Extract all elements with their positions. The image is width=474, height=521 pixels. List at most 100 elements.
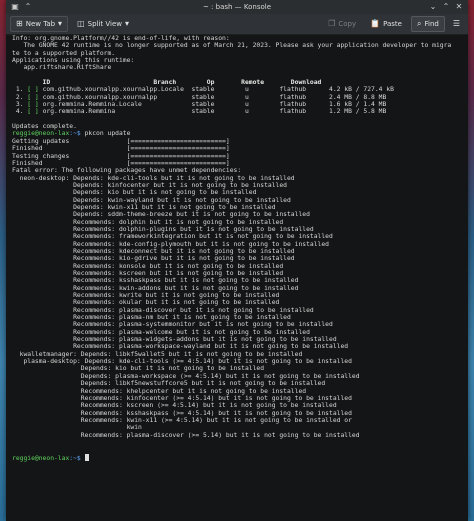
progress-line: Getting updates [=======================… [12, 137, 230, 145]
new-tab-label: New Tab [25, 20, 56, 28]
error-line [12, 446, 462, 453]
progress-line: Finished [=========================] [12, 145, 230, 153]
error-line: Depends: libkf5newstuffcore5 but it is n… [12, 380, 326, 388]
error-line: Depends: kwin-wayland but it is not goin… [12, 196, 291, 204]
error-line: Depends: plasma-workspace (>= 4:5.14) bu… [12, 372, 360, 380]
error-line: Recommends: kdeconnect but it is not goi… [12, 247, 295, 255]
row-index: 1. [12, 86, 28, 94]
minimize-icon[interactable]: ⌄ [428, 2, 438, 12]
final-prompt-path: :~$ [69, 454, 81, 462]
error-line: Recommends: kde-config-plymouth but it i… [12, 240, 329, 248]
split-view-button[interactable]: ◫ Split View ▾ [72, 17, 134, 31]
window-title: ~ : bash — Konsole [202, 3, 272, 11]
terminal-line: Updates complete. [12, 123, 77, 131]
error-line: Depends: kwin-x11 but it is not going to… [12, 203, 276, 211]
split-view-icon: ◫ [77, 19, 85, 28]
chevron-down-icon: ▾ [58, 19, 63, 28]
terminal-line: Info: org.gnome.Platform//42 is end-of-l… [12, 35, 230, 42]
paste-label: Paste [383, 20, 402, 28]
error-line: Recommends: ksshaskpass (>= 4:5.14) but … [12, 409, 352, 417]
paste-icon: 📋 [370, 19, 381, 28]
final-prompt-line: reggie@neon-lax:~$ [12, 453, 462, 462]
error-line: Recommends: plasma-nm but it is not goin… [12, 314, 291, 322]
chevron-down-icon: ▾ [124, 19, 129, 28]
error-line: Recommends: khelpcenter but it is not go… [12, 387, 307, 395]
new-tab-icon: ⊞ [16, 19, 23, 28]
maximize-icon[interactable]: ⌃ [441, 2, 451, 12]
close-icon[interactable]: ✕ [454, 2, 464, 12]
row-checkbox: [ ] [27, 101, 39, 109]
error-line: Recommends: frameworkintegration but it … [12, 233, 333, 241]
text-cursor [84, 453, 89, 461]
row-index: 3. [12, 101, 28, 109]
prompt-user: reggie@neon-lax [12, 130, 70, 138]
copy-button[interactable]: ❐ Copy [323, 17, 361, 31]
error-line: Recommends: kio-gdrive but it is not goi… [12, 255, 295, 263]
table-row: 2. [ ] com.github.xournalpp.xournalpp st… [12, 94, 462, 101]
prompt-line: reggie@neon-lax:~$ pkcon update [12, 130, 462, 137]
error-line: Recommends: plasma-workspace-wayland but… [12, 343, 349, 351]
error-line: Recommends: konsole but it is not going … [12, 262, 284, 270]
row-details: com.github.xournalpp.xournalpp.Locale st… [38, 86, 394, 94]
error-line: Recommends: plasma-systemmonitor but it … [12, 321, 333, 329]
terminal-line: Applications using this runtime: [12, 57, 135, 65]
row-details: org.remmina.Remmina.Locale stable u flat… [38, 101, 387, 109]
terminal-line: te to a supported platform. [12, 49, 116, 57]
final-prompt-user: reggie@neon-lax [12, 454, 70, 462]
title-bar[interactable]: ▣ ⌃ ~ : bash — Konsole ⌄ ⌃ ✕ [6, 0, 468, 14]
row-details: org.remmina.Remmina stable u flathub 1.2… [38, 108, 387, 116]
error-line: Recommends: kscreen but it is not going … [12, 270, 284, 277]
error-line: Recommends: kscreen (>= 4:5.14) but it i… [12, 402, 337, 410]
row-index: 4. [12, 108, 28, 116]
table-header: ID Branch Op Remote Download [12, 79, 322, 87]
table-row: 1. [ ] com.github.xournalpp.xournalpp.Lo… [12, 86, 462, 93]
error-line: neon-desktop: Depends: kde-cli-tools but… [12, 174, 295, 182]
row-checkbox: [ ] [27, 86, 39, 94]
progress-line: Testing changes [=======================… [12, 152, 230, 160]
copy-icon: ❐ [328, 19, 336, 28]
error-line [12, 439, 462, 446]
error-line: Depends: sddm-theme-breeze but it is not… [12, 211, 310, 219]
pin-icon[interactable]: ⌃ [23, 2, 33, 12]
paste-button[interactable]: 📋 Paste [365, 17, 407, 31]
find-icon: ⌕ [417, 19, 422, 28]
error-line: Recommends: plasma-welcome but it is not… [12, 328, 310, 336]
hamburger-menu-icon[interactable]: ☰ [449, 20, 464, 28]
error-line: Recommends: kwin-x11 (>= 4:5.14) but it … [12, 416, 352, 424]
error-line: Recommends: plasma-widgets-addons but it… [12, 336, 337, 344]
app-menu-icon[interactable]: ▣ [10, 2, 20, 12]
error-line: Recommends: kinfocenter (>= 4:5.14) but … [12, 394, 352, 402]
error-line: Recommends: kwrite but it is not going t… [12, 292, 280, 300]
split-view-label: Split View [87, 20, 122, 28]
find-button[interactable]: ⌕ Find [411, 16, 445, 32]
error-line: Recommends: kwin-addons but it is not go… [12, 284, 299, 292]
error-line: Recommends: okular but it is not going t… [12, 299, 280, 307]
error-line: Recommends: plasma-discover (>= 5.14) bu… [12, 431, 360, 439]
terminal-line: app.riftshare.RiftShare [12, 64, 112, 72]
table-row: 3. [ ] org.remmina.Remmina.Locale stable… [12, 101, 462, 108]
table-row: 4. [ ] org.remmina.Remmina stable u flat… [12, 108, 462, 115]
error-line: Recommends: ksshaskpass but it is not go… [12, 277, 299, 285]
error-line: Depends: kio but it is not going to be i… [12, 365, 265, 373]
terminal-line: The GNOME 42 runtime is no longer suppor… [12, 42, 452, 50]
toolbar: ⊞ New Tab ▾ ◫ Split View ▾ ❐ Copy 📋 Past… [6, 14, 468, 35]
new-tab-button[interactable]: ⊞ New Tab ▾ [10, 16, 69, 32]
error-line: Recommends: dolphin-plugins but it is no… [12, 225, 314, 233]
error-line: kwin [12, 424, 142, 432]
error-line: Fatal error: The following packages have… [12, 167, 242, 175]
row-checkbox: [ ] [27, 108, 39, 116]
terminal-output[interactable]: Info: org.gnome.Platform//42 is end-of-l… [12, 35, 462, 521]
row-details: com.github.xournalpp.xournalpp stable u … [38, 93, 387, 101]
error-line: Recommends: dolphin but it is not going … [12, 218, 284, 226]
konsole-window: ▣ ⌃ ~ : bash — Konsole ⌄ ⌃ ✕ ⊞ New Tab ▾… [6, 0, 468, 521]
prompt-path: :~$ [69, 130, 81, 138]
copy-label: Copy [338, 20, 357, 28]
error-line: Depends: kio but it is not going to be i… [12, 189, 257, 197]
row-index: 2. [12, 93, 28, 101]
progress-line: Finished [=========================] [12, 159, 230, 167]
find-label: Find [424, 20, 439, 28]
error-line: plasma-desktop: Depends: kde-cli-tools (… [12, 358, 352, 366]
error-line: kwalletmanager: Depends: libkf5wallet5 b… [12, 350, 303, 358]
